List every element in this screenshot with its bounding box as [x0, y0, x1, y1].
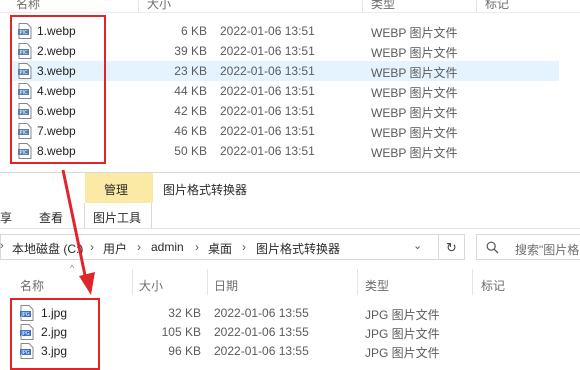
file-type: WEBP 图片文件	[371, 106, 458, 120]
search-placeholder: 搜索"图片格	[515, 243, 580, 257]
address-segment[interactable]: 用户	[103, 240, 127, 257]
file-size: 96 KB	[168, 344, 201, 358]
top-col-type[interactable]: 类型	[371, 0, 395, 12]
address-segment[interactable]: admin	[151, 240, 184, 254]
highlight-box-webp	[10, 15, 106, 164]
file-date: 2022-01-06 13:51	[220, 44, 315, 58]
file-date: 2022-01-06 13:51	[220, 144, 315, 158]
tab-share[interactable]: 享	[0, 209, 12, 226]
col-type[interactable]: 类型	[365, 277, 389, 294]
refresh-button[interactable]: ↻	[439, 234, 465, 260]
file-size: 46 KB	[174, 124, 207, 138]
file-type: JPG 图片文件	[365, 327, 440, 341]
search-box[interactable]: 搜索"图片格	[476, 234, 580, 260]
file-date: 2022-01-06 13:51	[220, 24, 315, 38]
top-col-name[interactable]: 名称	[16, 0, 40, 12]
file-size: 39 KB	[174, 44, 207, 58]
file-size: 105 KB	[161, 325, 201, 339]
top-column-header: 名称 大小 类型 标记	[0, 0, 580, 13]
file-size: 42 KB	[174, 104, 207, 118]
file-type: WEBP 图片文件	[371, 86, 458, 100]
file-type: WEBP 图片文件	[371, 66, 458, 80]
search-icon	[486, 241, 499, 254]
file-date: 2022-01-06 13:51	[220, 84, 315, 98]
context-tab-label: 管理	[104, 183, 129, 197]
file-date: 2022-01-06 13:55	[214, 344, 309, 358]
file-type: JPG 图片文件	[365, 308, 440, 322]
file-date: 2022-01-06 13:51	[220, 64, 315, 78]
file-size: 32 KB	[168, 306, 201, 320]
file-size: 6 KB	[180, 24, 207, 38]
highlight-box-jpg	[10, 298, 100, 370]
tab-picture-tools-label: 图片工具	[93, 211, 142, 225]
refresh-icon: ↻	[446, 240, 457, 255]
col-tags[interactable]: 标记	[481, 277, 505, 294]
file-size: 23 KB	[174, 64, 207, 78]
col-date[interactable]: 日期	[214, 277, 238, 294]
file-type: WEBP 图片文件	[371, 46, 458, 60]
file-type: WEBP 图片文件	[371, 26, 458, 40]
chevron-right-icon: ›	[0, 240, 4, 252]
top-col-size[interactable]: 大小	[147, 0, 171, 12]
address-segment[interactable]: 图片格式转换器	[256, 240, 340, 257]
red-arrow-icon	[61, 169, 95, 295]
file-date: 2022-01-06 13:51	[220, 124, 315, 138]
top-col-tags[interactable]: 标记	[485, 0, 509, 12]
file-date: 2022-01-06 13:51	[220, 104, 315, 118]
col-size[interactable]: 大小	[139, 277, 163, 294]
window-title: 图片格式转换器	[163, 183, 248, 197]
file-date: 2022-01-06 13:55	[214, 325, 309, 339]
address-dropdown-icon[interactable]: ⌄	[413, 239, 422, 252]
file-size: 44 KB	[174, 84, 207, 98]
file-size: 50 KB	[174, 144, 207, 158]
chevron-right-icon[interactable]: ›	[137, 240, 141, 254]
file-type: WEBP 图片文件	[371, 126, 458, 140]
file-type: JPG 图片文件	[365, 346, 440, 360]
file-date: 2022-01-06 13:55	[214, 306, 309, 320]
col-name[interactable]: 名称	[20, 277, 44, 294]
file-type: WEBP 图片文件	[371, 146, 458, 160]
chevron-right-icon[interactable]: ›	[242, 240, 246, 254]
address-segment[interactable]: 桌面	[208, 240, 232, 257]
chevron-right-icon[interactable]: ›	[195, 240, 199, 254]
